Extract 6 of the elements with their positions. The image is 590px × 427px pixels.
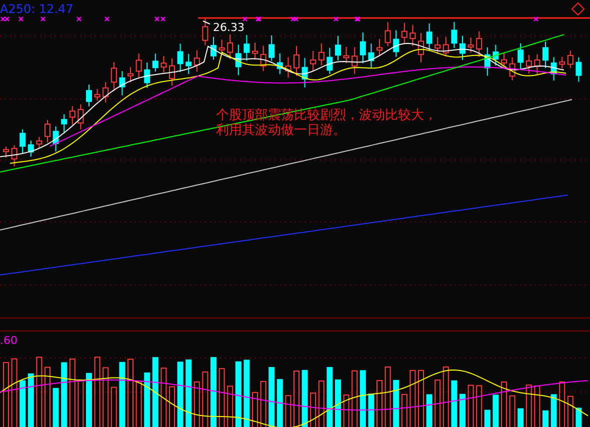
- annotation-text: 利用其波动做一日游。: [216, 123, 346, 138]
- indicator-value: A250: 12.47: [0, 2, 74, 16]
- leader-line: [202, 20, 210, 24]
- price-label: 26.33: [213, 21, 244, 34]
- indicator-value: .60: [0, 334, 18, 347]
- diamond-icon: [571, 2, 585, 16]
